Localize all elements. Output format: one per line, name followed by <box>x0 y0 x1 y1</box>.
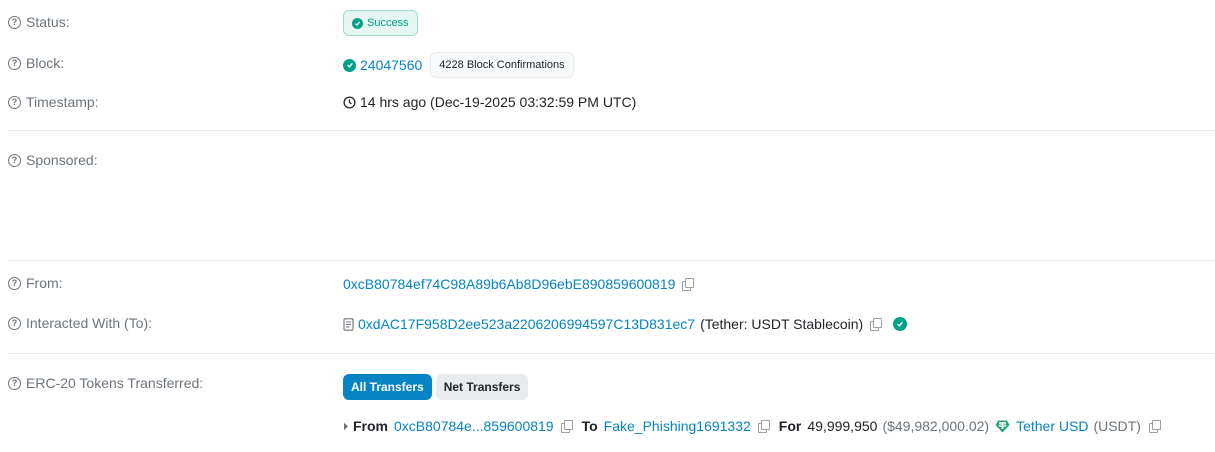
transfer-line: From 0xcB80784e...859600819 To Fake_Phis… <box>343 418 1161 434</box>
question-icon[interactable]: ? <box>8 56 21 70</box>
check-circle-icon <box>343 58 356 72</box>
status-label-wrap: ? Status: <box>8 14 70 30</box>
timestamp-row: ? Timestamp: 14 hrs ago (Dec-19-2025 03:… <box>0 92 1215 114</box>
from-value-wrap: 0xcB80784ef74C98A89b6Ab8D96ebE8908596008… <box>343 276 695 292</box>
tokens-row: ? ERC-20 Tokens Transferred: All Transfe… <box>0 372 1215 442</box>
divider <box>8 353 1215 354</box>
tokens-label: ERC-20 Tokens Transferred: <box>26 375 204 391</box>
check-circle-icon <box>352 17 363 29</box>
to-row: ? Interacted With (To): 0xdAC17F958D2ee5… <box>0 313 1215 335</box>
block-value-wrap: 24047560 4228 Block Confirmations <box>343 52 574 78</box>
status-row: ? Status: Success <box>0 10 1215 36</box>
question-icon[interactable]: ? <box>8 376 21 390</box>
block-row: ? Block: 24047560 4228 Block Confirmatio… <box>0 51 1215 78</box>
from-label: From: <box>26 275 63 291</box>
from-row: ? From: 0xcB80784ef74C98A89b6Ab8D96ebE89… <box>0 273 1215 295</box>
token-symbol: (USDT) <box>1093 418 1141 434</box>
copy-icon[interactable] <box>870 318 883 331</box>
from-label-wrap: ? From: <box>8 275 63 291</box>
status-badge: Success <box>343 10 418 36</box>
copy-icon[interactable] <box>682 278 695 291</box>
transfer-tabs: All Transfers Net Transfers <box>343 374 529 400</box>
to-label-wrap: ? Interacted With (To): <box>8 315 152 331</box>
caret-right-icon[interactable] <box>343 422 349 431</box>
transfer-usd-value: ($49,982,000.02) <box>882 418 990 434</box>
divider <box>8 130 1215 131</box>
status-text: Success <box>367 17 409 29</box>
from-address-link[interactable]: 0xcB80784ef74C98A89b6Ab8D96ebE8908596008… <box>343 276 675 292</box>
to-value-wrap: 0xdAC17F958D2ee523a2206206994597C13D831e… <box>343 316 908 332</box>
timestamp-label-wrap: ? Timestamp: <box>8 94 99 110</box>
question-icon[interactable]: ? <box>8 276 21 290</box>
tether-icon <box>995 420 1010 433</box>
to-address-link[interactable]: 0xdAC17F958D2ee523a2206206994597C13D831e… <box>358 316 695 332</box>
sponsored-label: Sponsored: <box>26 152 98 168</box>
tab-all-transfers[interactable]: All Transfers <box>343 374 432 400</box>
tokens-label-wrap: ? ERC-20 Tokens Transferred: <box>8 375 203 391</box>
transfer-from-link[interactable]: 0xcB80784e...859600819 <box>394 418 554 434</box>
transfer-to-label: To <box>581 418 598 434</box>
tab-net-transfers[interactable]: Net Transfers <box>435 374 529 400</box>
timestamp-value: 14 hrs ago (Dec-19-2025 03:32:59 PM UTC) <box>360 94 637 110</box>
block-label: Block: <box>26 55 65 71</box>
clock-icon <box>343 95 356 109</box>
question-icon[interactable]: ? <box>8 95 21 109</box>
transfer-for-label: For <box>778 418 802 434</box>
to-label: Interacted With (To): <box>26 315 153 331</box>
verified-icon <box>893 317 908 331</box>
status-value-wrap: Success <box>343 10 418 36</box>
status-label: Status: <box>26 14 70 30</box>
sponsored-label-wrap: ? Sponsored: <box>8 152 98 168</box>
block-confirmations-badge: 4228 Block Confirmations <box>430 52 574 78</box>
copy-icon[interactable] <box>757 420 770 433</box>
token-name-link[interactable]: Tether USD <box>1016 418 1088 434</box>
transfer-to-link[interactable]: Fake_Phishing1691332 <box>604 418 751 434</box>
divider <box>8 260 1215 261</box>
transfer-from-label: From <box>353 418 388 434</box>
timestamp-value-wrap: 14 hrs ago (Dec-19-2025 03:32:59 PM UTC) <box>343 94 636 110</box>
question-icon[interactable]: ? <box>8 153 21 167</box>
question-icon[interactable]: ? <box>8 15 21 29</box>
timestamp-label: Timestamp: <box>26 94 99 110</box>
transfer-amount: 49,999,950 <box>807 418 878 434</box>
block-label-wrap: ? Block: <box>8 55 64 71</box>
block-number-link[interactable]: 24047560 <box>360 57 422 73</box>
copy-icon[interactable] <box>1148 420 1161 433</box>
copy-icon[interactable] <box>560 420 573 433</box>
contract-icon <box>343 317 354 331</box>
to-contract-name: (Tether: USDT Stablecoin) <box>700 316 864 332</box>
question-icon[interactable]: ? <box>8 316 21 330</box>
sponsored-row: ? Sponsored: <box>0 150 1215 250</box>
